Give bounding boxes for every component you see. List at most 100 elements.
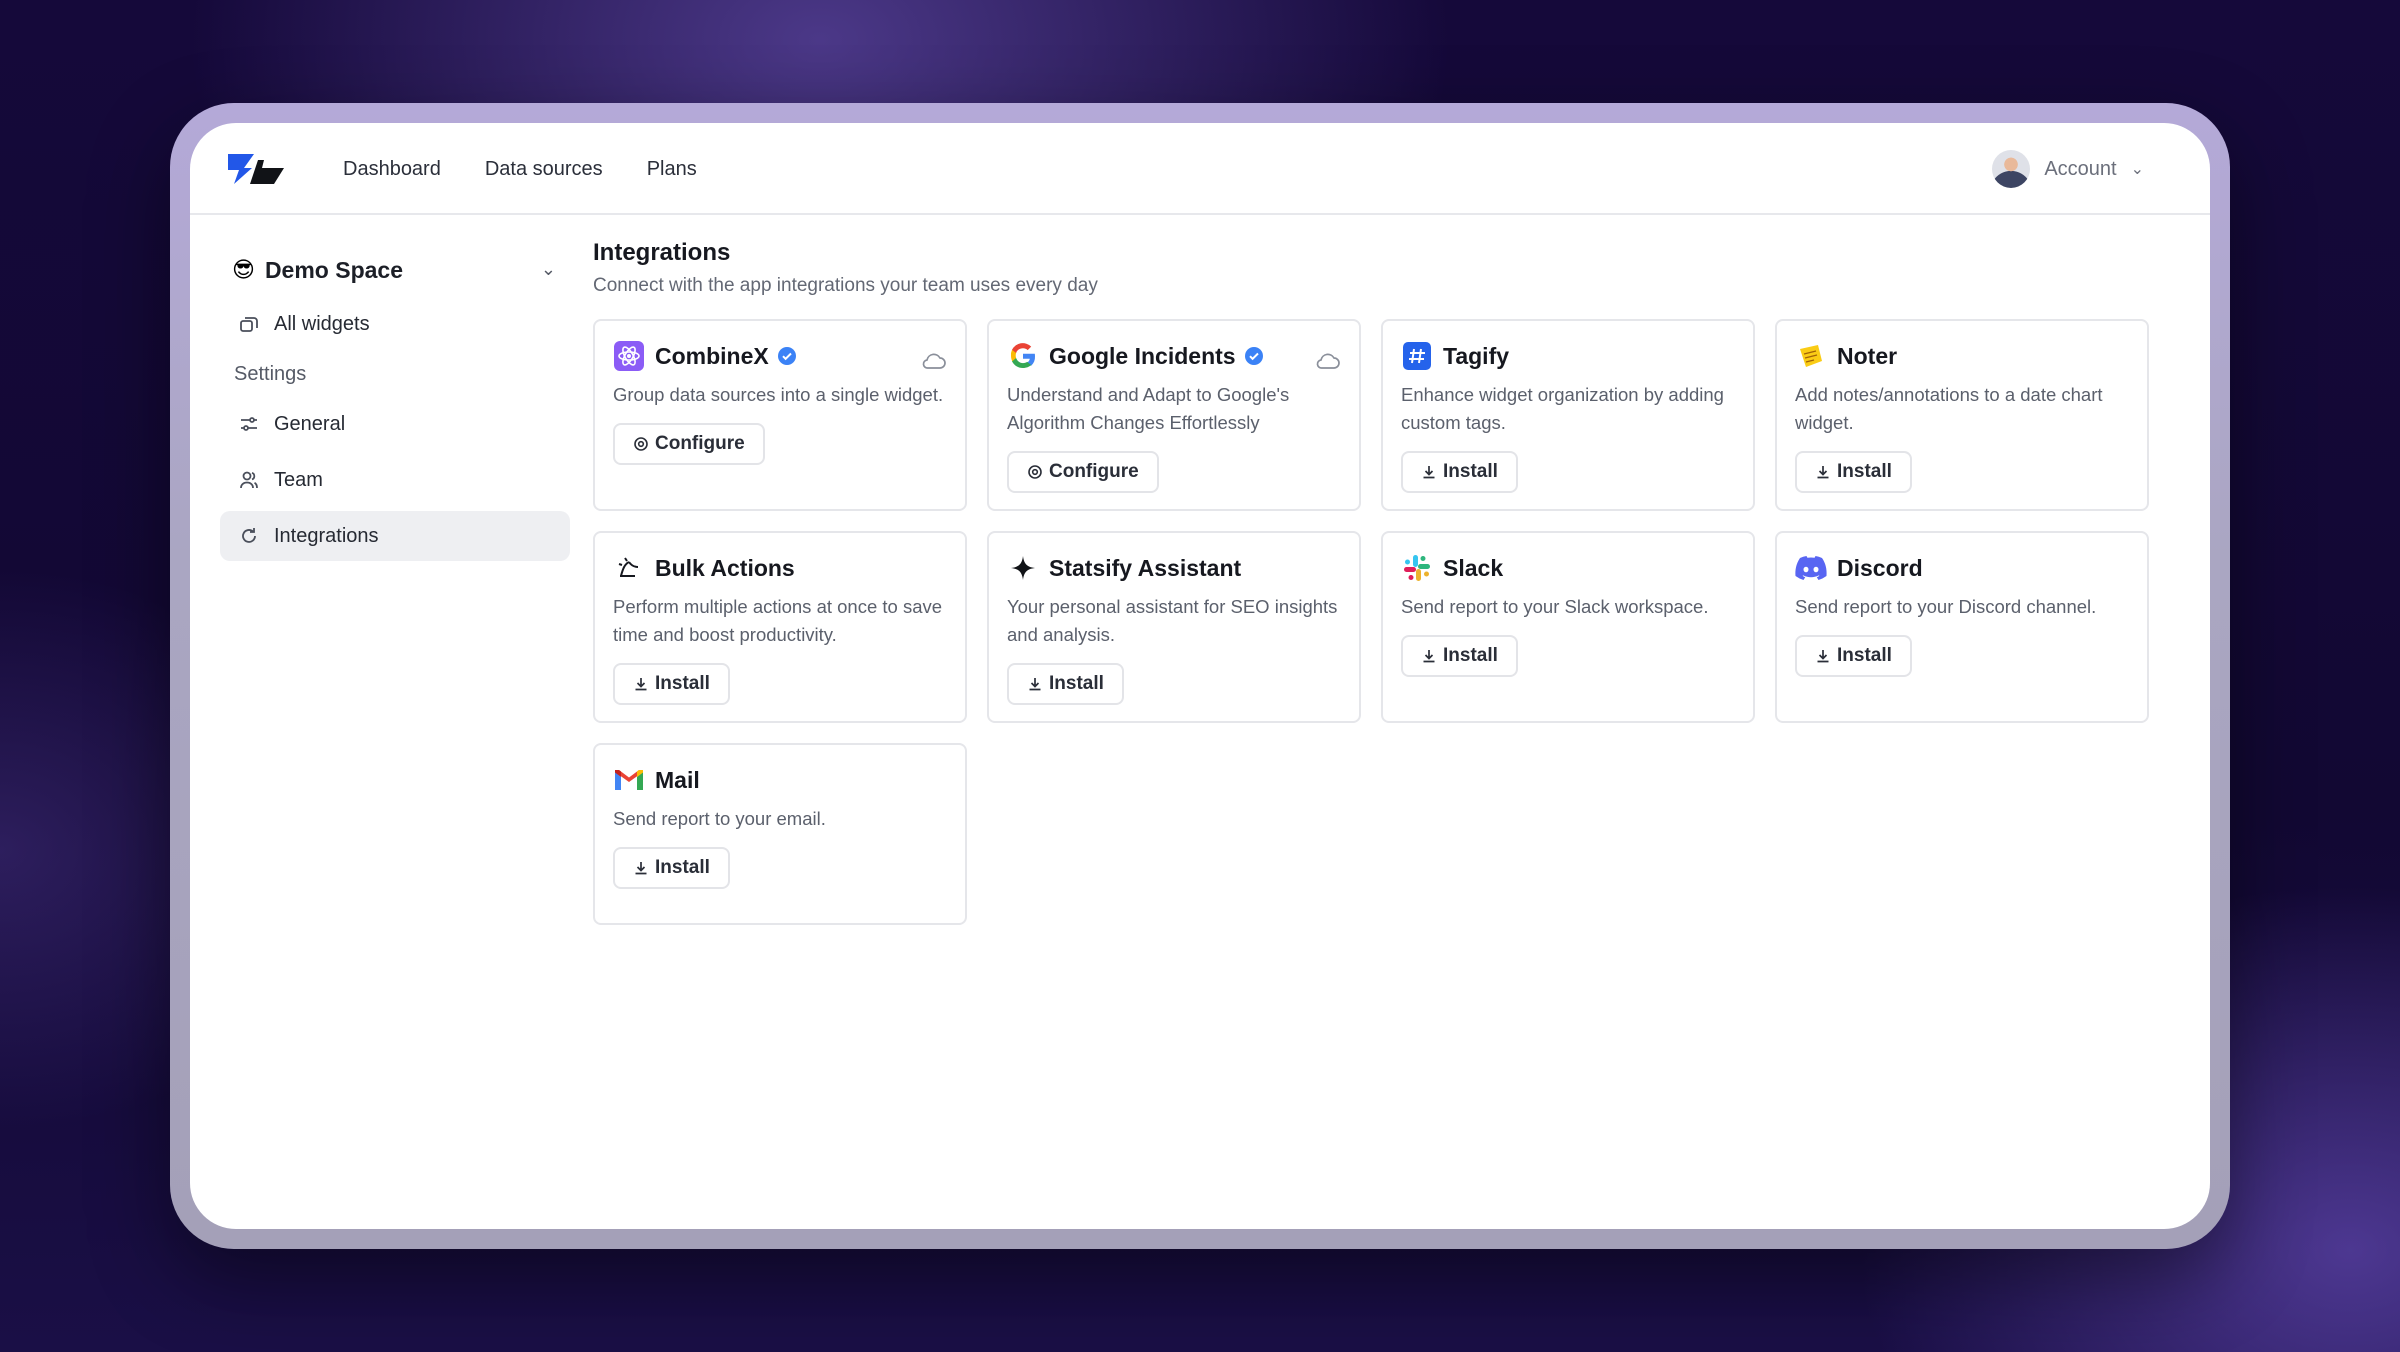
integration-card-combinex: CombineX Group data sources into a singl… [593,319,967,511]
integration-name: Slack [1443,554,1504,581]
sidebar-item-general[interactable]: General [220,399,570,449]
sparkle-icon [1007,552,1039,584]
integration-card-noter: Noter Add notes/annotations to a date ch… [1775,319,2149,511]
gear-icon [634,437,648,451]
integration-name: Discord [1837,554,1923,581]
slack-icon [1401,552,1433,584]
atom-icon [613,340,645,372]
button-label: Install [1443,645,1498,666]
sidebar-item-label: Team [274,468,323,491]
integration-description: Send report to your email. [613,808,826,829]
integration-card-statsify-assistant: Statsify Assistant Your personal assista… [987,531,1361,723]
install-button[interactable]: Install [613,663,730,705]
integration-description: Perform multiple actions at once to save… [613,596,943,645]
configure-button[interactable]: Configure [1007,451,1159,493]
download-icon [1423,466,1435,479]
widgets-icon [238,313,260,335]
download-icon [635,678,647,691]
integration-card-discord: Discord Send report to your Discord chan… [1775,531,2149,723]
nav-links: Dashboard Data sources Plans [343,123,741,215]
install-button[interactable]: Install [1007,663,1124,705]
button-label: Install [655,673,710,694]
integration-card-google-incidents: Google Incidents Understand and Adapt to… [987,319,1361,511]
integration-name: Mail [655,766,700,793]
download-icon [1817,650,1829,663]
page-title: Integrations [593,239,731,266]
sticky-note-icon [1795,340,1827,372]
integration-description: Group data sources into a single widget. [613,384,944,405]
install-button[interactable]: Install [1401,451,1518,493]
integration-card-mail: Mail Send report to your email. Install [593,743,967,925]
space-selector[interactable]: 😎 Demo Space ⌄ [220,247,570,293]
sidebar-item-integrations[interactable]: Integrations [220,511,570,561]
sidebar-item-label: All widgets [274,312,370,335]
download-icon [1817,466,1829,479]
integration-description: Enhance widget organization by adding cu… [1401,384,1724,433]
download-icon [635,862,647,875]
button-label: Install [655,857,710,878]
space-name: Demo Space [264,256,403,283]
integrations-grid: CombineX Group data sources into a singl… [593,319,2163,925]
sidebar-item-all-widgets[interactable]: All widgets [220,299,570,349]
verified-badge-icon [777,347,796,365]
integration-card-bulk-actions: Bulk Actions Perform multiple actions at… [593,531,967,723]
button-label: Configure [655,433,745,454]
integration-description: Send report to your Slack workspace. [1401,596,1709,617]
device-frame: Dashboard Data sources Plans Account ⌄ 😎… [170,103,2230,1249]
google-icon [1007,340,1039,372]
integration-name: Google Incidents [1049,342,1236,369]
chevron-down-icon: ⌄ [540,259,556,279]
sidebar-item-label: Integrations [274,524,379,547]
configure-button[interactable]: Configure [613,423,765,465]
integration-description: Add notes/annotations to a date chart wi… [1795,384,2103,433]
sidebar-item-team[interactable]: Team [220,455,570,505]
integration-name: Bulk Actions [655,554,795,581]
refresh-icon [238,525,260,547]
integration-description: Send report to your Discord channel. [1795,596,2097,617]
account-label: Account [2044,157,2117,180]
discord-icon [1795,552,1827,584]
button-label: Configure [1049,461,1139,482]
avatar [1992,150,2031,188]
logo-icon[interactable] [224,152,286,186]
sidebar: 😎 Demo Space ⌄ All widgets Settings Gene… [220,247,570,561]
users-icon [238,469,260,491]
install-button[interactable]: Install [613,847,730,889]
gmail-icon [613,764,645,796]
button-label: Install [1837,461,1892,482]
account-menu[interactable]: Account ⌄ [1992,149,2144,189]
install-button[interactable]: Install [1795,635,1912,677]
download-icon [1029,678,1041,691]
integration-name: Statsify Assistant [1049,554,1242,581]
nav-link-data-sources[interactable]: Data sources [485,158,603,181]
install-button[interactable]: Install [1795,451,1912,493]
gear-icon [1028,465,1042,479]
verified-badge-icon [1244,347,1263,365]
main-content: Integrations Connect with the app integr… [593,239,2163,925]
cloud-sync-icon [922,353,946,369]
cloud-sync-icon [1316,353,1340,369]
app-window: Dashboard Data sources Plans Account ⌄ 😎… [190,123,2210,1229]
sidebar-item-label: General [274,412,346,435]
integration-description: Your personal assistant for SEO insights… [1007,596,1338,645]
integration-card-slack: Slack Send report to your Slack workspac… [1381,531,1755,723]
bulk-actions-icon [613,552,645,584]
button-label: Install [1049,673,1104,694]
integration-description: Understand and Adapt to Google's Algorit… [1007,384,1290,433]
page-subtitle: Connect with the app integrations your t… [593,275,1098,296]
nav-link-plans[interactable]: Plans [647,158,697,181]
settings-heading: Settings [234,362,307,385]
integration-name: Noter [1837,342,1898,369]
download-icon [1423,650,1435,663]
integration-name: CombineX [655,342,769,369]
sliders-icon [238,413,260,435]
top-navigation: Dashboard Data sources Plans Account ⌄ [190,123,2210,215]
integration-name: Tagify [1443,342,1510,369]
nav-link-dashboard[interactable]: Dashboard [343,158,441,181]
integration-card-tagify: Tagify Enhance widget organization by ad… [1381,319,1755,511]
hashtag-icon [1401,340,1433,372]
install-button[interactable]: Install [1401,635,1518,677]
space-emoji: 😎 [232,257,255,282]
button-label: Install [1837,645,1892,666]
chevron-down-icon: ⌄ [2130,161,2144,178]
